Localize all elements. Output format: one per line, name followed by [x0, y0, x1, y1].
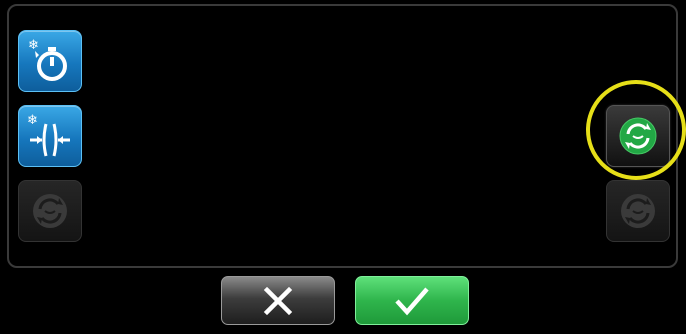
cycle-icon: [616, 189, 660, 233]
cycle-icon: [615, 113, 661, 159]
svg-text:❄: ❄: [27, 113, 38, 128]
defrost-timer-button[interactable]: ❄: [18, 30, 82, 92]
defrost-timer-icon: ❄: [24, 35, 76, 87]
defrost-compress-button[interactable]: ❄: [18, 105, 82, 167]
cycle-button-right-disabled: [606, 180, 670, 242]
close-icon: [263, 286, 293, 316]
check-icon: [394, 286, 430, 316]
confirm-button[interactable]: [355, 276, 469, 325]
main-panel: [7, 4, 678, 268]
cycle-button-active[interactable]: [606, 105, 670, 167]
cycle-button-left-disabled: [18, 180, 82, 242]
cancel-button[interactable]: [221, 276, 335, 325]
cycle-icon: [28, 189, 72, 233]
svg-text:❄: ❄: [28, 38, 39, 53]
defrost-compress-icon: ❄: [24, 110, 76, 162]
